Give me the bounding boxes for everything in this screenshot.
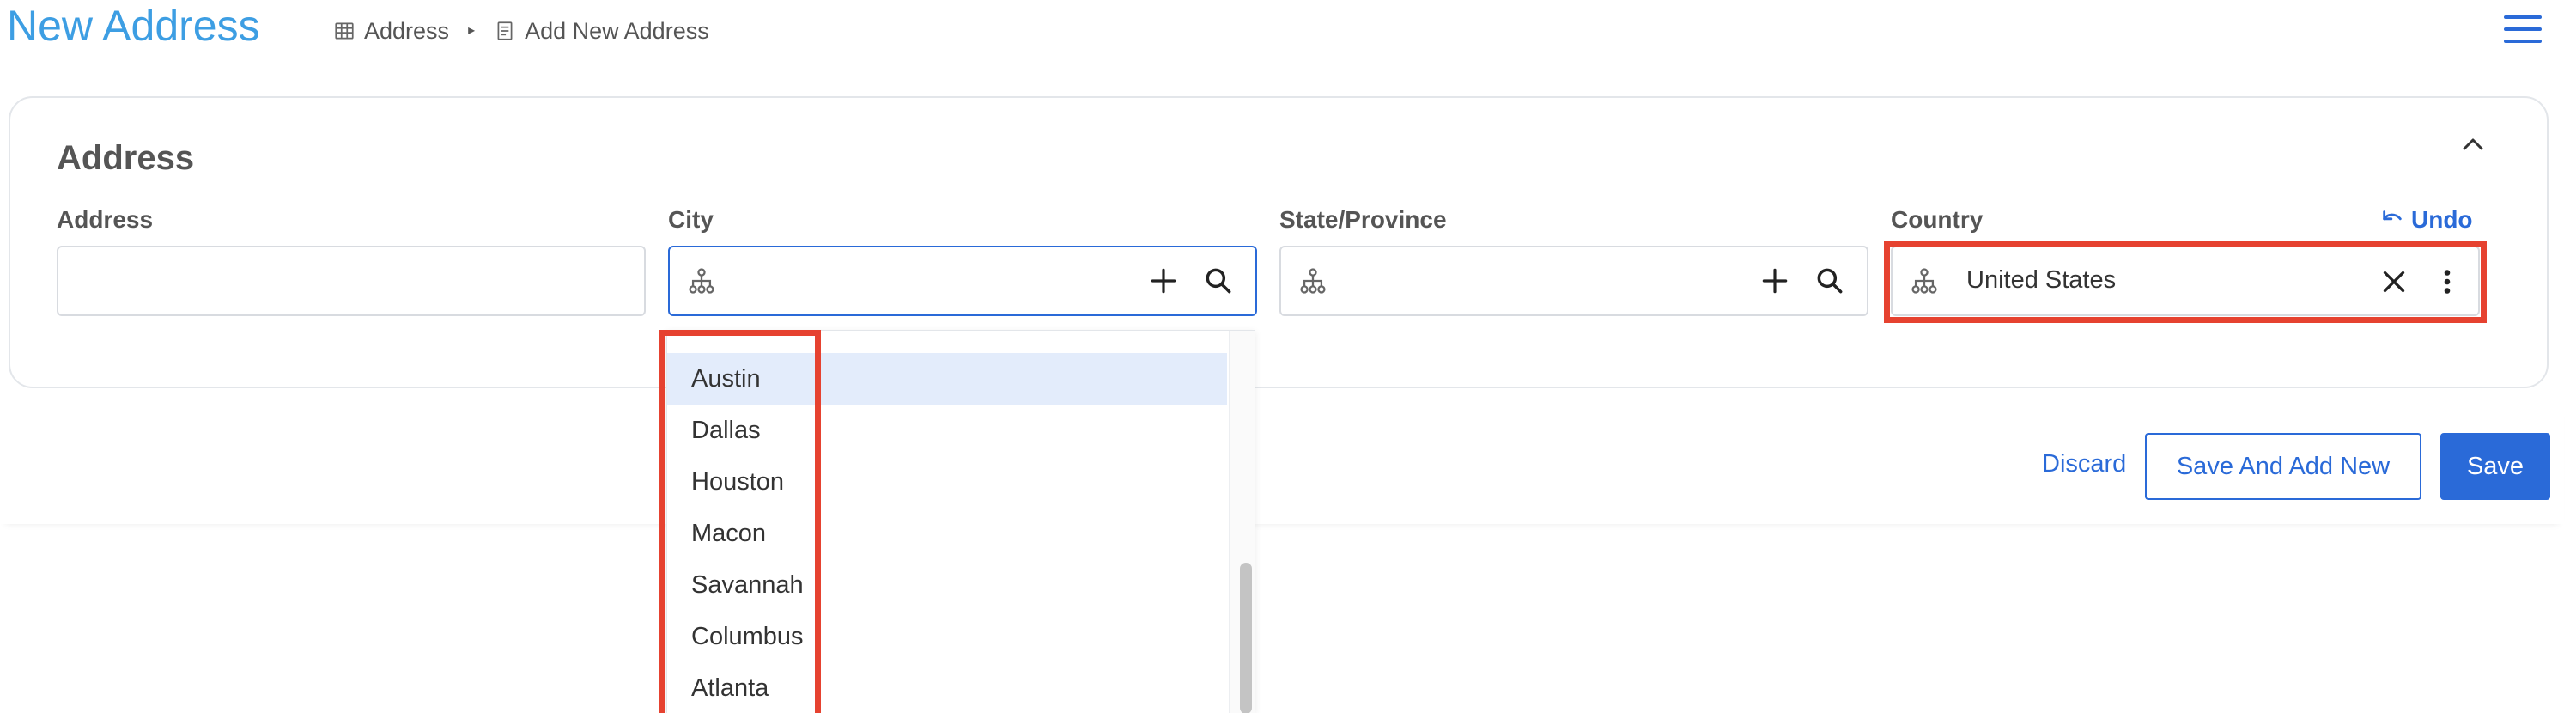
address-label: Address — [57, 206, 154, 233]
address-field-box — [57, 246, 646, 316]
country-label: Country — [1891, 206, 1984, 233]
address-input[interactable] — [76, 263, 629, 302]
caret-right-icon: ▸ — [468, 23, 476, 38]
breadcrumb-label: Add New Address — [525, 18, 709, 44]
document-icon — [497, 21, 513, 40]
state-field-box — [1279, 246, 1868, 316]
search-icon[interactable] — [1202, 265, 1235, 297]
breadcrumb-item-add-new-address[interactable]: Add New Address — [494, 14, 709, 48]
dropdown-option-dallas[interactable]: Dallas — [667, 405, 1227, 456]
state-input[interactable] — [1341, 263, 1757, 302]
city-field-box — [668, 246, 1257, 316]
breadcrumb-item-address[interactable]: Address — [333, 14, 449, 48]
hierarchy-icon — [1300, 268, 1326, 294]
page-title: New Address — [7, 2, 260, 50]
city-dropdown-list: Austin Dallas Houston Macon Savannah Col… — [666, 330, 1255, 713]
dropdown-scrollbar[interactable] — [1229, 331, 1255, 713]
undo-label: Undo — [2411, 206, 2473, 233]
form-actions-bar: Discard Save And Add New Save — [0, 404, 2564, 524]
chevron-up-icon[interactable] — [2456, 127, 2490, 161]
country-value[interactable]: United States — [1966, 266, 2116, 295]
table-grid-icon — [335, 22, 354, 40]
dropdown-option-houston[interactable]: Houston — [667, 456, 1227, 508]
hierarchy-icon — [689, 268, 714, 294]
hierarchy-icon — [1911, 268, 1937, 294]
dropdown-option-atlanta[interactable]: Atlanta — [667, 662, 1227, 713]
scrollbar-thumb[interactable] — [1240, 563, 1252, 713]
country-field-box: United States — [1891, 246, 2480, 316]
dropdown-option-savannah[interactable]: Savannah — [667, 559, 1227, 611]
address-form-card: Address Address City State/Province Coun… — [9, 96, 2549, 388]
breadcrumb: Address ▸ Add New Address — [333, 14, 709, 48]
close-icon[interactable] — [2379, 266, 2409, 297]
save-button[interactable]: Save — [2440, 433, 2550, 500]
breadcrumb-label: Address — [364, 18, 450, 44]
save-and-add-new-button[interactable]: Save And Add New — [2145, 433, 2421, 500]
city-input[interactable] — [730, 263, 1145, 302]
undo-icon — [2383, 210, 2402, 221]
dropdown-option-austin[interactable]: Austin — [667, 353, 1227, 405]
state-label: State/Province — [1279, 206, 1447, 233]
page: New Address Address ▸ Add New Address Ad… — [0, 0, 2576, 713]
dropdown-option-columbus[interactable]: Columbus — [667, 611, 1227, 662]
plus-icon[interactable] — [1759, 265, 1791, 297]
hamburger-menu-icon[interactable] — [2503, 12, 2543, 46]
plus-icon[interactable] — [1147, 265, 1180, 297]
more-vertical-icon[interactable] — [2432, 266, 2463, 297]
search-icon[interactable] — [1814, 265, 1846, 297]
dropdown-option-macon[interactable]: Macon — [667, 508, 1227, 559]
undo-button[interactable]: Undo — [2380, 206, 2473, 234]
discard-button[interactable]: Discard — [2042, 438, 2126, 490]
section-title: Address — [57, 139, 195, 177]
city-label: City — [668, 206, 714, 233]
